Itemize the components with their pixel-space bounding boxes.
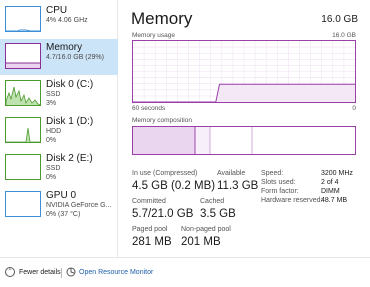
hardware-reserved-label: Hardware reserved: <box>261 197 323 204</box>
sidebar-item-sub: 0% <box>46 173 57 181</box>
sidebar-item-sub: NVIDIA GeForce G... <box>46 202 112 209</box>
speed-value: 3200 MHz <box>321 170 353 177</box>
memory-panel: Memory 16.0 GB Memory usage 16.0 GB 60 s… <box>120 0 370 257</box>
form-factor-label: Form factor: <box>261 188 299 195</box>
sidebar-item-sub: 4.7/16.0 GB (29%) <box>46 54 104 61</box>
memory-usage-label: Memory usage <box>132 32 175 39</box>
fewer-details-label: Fewer details <box>19 268 61 276</box>
open-resource-monitor-label: Open Resource Monitor <box>79 268 154 276</box>
available-value: 11.3 GB <box>217 180 259 192</box>
sidebar-item-title: Disk 1 (D:) <box>46 116 94 127</box>
available-label: Available <box>217 170 246 177</box>
time-span-label: 60 seconds <box>132 105 166 112</box>
memory-usage-graph <box>133 41 355 102</box>
sidebar-item-memory[interactable]: Memory 4.7/16.0 GB (29%) <box>0 39 118 75</box>
form-factor-value: DIMM <box>321 188 340 195</box>
non-paged-pool-label: Non-paged pool <box>181 226 231 233</box>
resource-sidebar: CPU 4% 4.06 GHz Memory 4.7/16.0 GB (29%)… <box>0 0 118 257</box>
resource-monitor-icon <box>66 267 76 277</box>
memory-graph-icon <box>5 43 41 69</box>
committed-value: 5.7/21.0 GB <box>132 208 194 220</box>
sidebar-item-title: Disk 2 (E:) <box>46 153 93 164</box>
sidebar-item-sub: SSD <box>46 165 61 172</box>
disk-graph-icon <box>5 117 41 143</box>
sidebar-item-disk-2[interactable]: Disk 2 (E:) SSD 0% <box>0 150 118 186</box>
in-use-label: In use (Compressed) <box>132 170 198 177</box>
footer-bar: ⌃ Fewer details Open Resource Monitor <box>0 257 370 287</box>
memory-composition-label: Memory composition <box>132 117 192 124</box>
gpu-graph-icon <box>5 191 41 217</box>
sidebar-item-sub: 3% <box>46 99 57 107</box>
sidebar-item-disk-0[interactable]: Disk 0 (C:) SSD 3% <box>0 76 118 112</box>
hardware-reserved-value: 48.7 MB <box>321 197 348 204</box>
sidebar-item-sub: HDD <box>46 128 62 135</box>
cpu-graph-icon <box>5 6 41 32</box>
sidebar-item-title: Memory <box>46 42 83 53</box>
footer-divider <box>61 268 62 278</box>
disk-graph-icon <box>5 80 41 106</box>
memory-composition-bar <box>132 126 356 155</box>
speed-label: Speed: <box>261 170 284 177</box>
fewer-details-button[interactable]: ⌃ Fewer details <box>5 267 61 277</box>
sidebar-item-title: GPU 0 <box>46 190 77 201</box>
non-paged-pool-value: 201 MB <box>181 236 221 248</box>
committed-label: Committed <box>132 198 166 205</box>
cached-value: 3.5 GB <box>200 208 236 220</box>
cached-label: Cached <box>200 198 225 205</box>
disk-graph-icon <box>5 154 41 180</box>
sidebar-item-sub: SSD <box>46 91 61 98</box>
sidebar-item-sub: 0% (37 °C) <box>46 210 81 218</box>
sidebar-item-title: CPU <box>46 5 68 16</box>
zero-label: 0 <box>352 105 356 112</box>
sidebar-item-sub: 4% 4.06 GHz <box>46 17 88 24</box>
page-title: Memory <box>131 9 193 28</box>
sidebar-item-cpu[interactable]: CPU 4% 4.06 GHz <box>0 2 118 38</box>
memory-total: 16.0 GB <box>321 14 358 25</box>
paged-pool-value: 281 MB <box>132 236 172 248</box>
memory-usage-max: 16.0 GB <box>332 32 356 39</box>
sidebar-item-gpu-0[interactable]: GPU 0 NVIDIA GeForce G... 0% (37 °C) <box>0 187 118 223</box>
in-use-value: 4.5 GB (0.2 MB) <box>132 180 216 192</box>
slots-used-value: 2 of 4 <box>321 179 339 186</box>
slots-used-label: Slots used: <box>261 179 296 186</box>
sidebar-item-sub: 0% <box>46 136 57 144</box>
open-resource-monitor-link[interactable]: Open Resource Monitor <box>66 267 153 277</box>
paged-pool-label: Paged pool <box>132 226 168 233</box>
sidebar-item-disk-1[interactable]: Disk 1 (D:) HDD 0% <box>0 113 118 149</box>
memory-usage-chart <box>132 40 356 103</box>
chevron-up-icon: ⌃ <box>5 267 15 277</box>
sidebar-item-title: Disk 0 (C:) <box>46 79 94 90</box>
